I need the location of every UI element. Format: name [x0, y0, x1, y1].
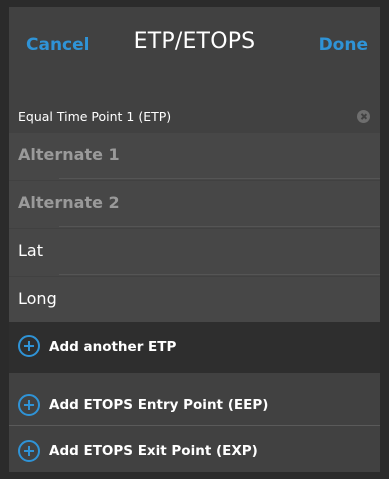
etp-section-title: Equal Time Point 1 (ETP): [18, 109, 172, 124]
nav-header: Cancel ETP/ETOPS Done: [9, 7, 380, 89]
long-label: Long: [18, 289, 57, 308]
alternate-1-placeholder: Alternate 1: [18, 145, 120, 164]
add-eep-button[interactable]: Add ETOPS Entry Point (EEP): [9, 373, 380, 425]
plus-circle-icon: [18, 394, 40, 416]
field-underline: [59, 226, 380, 227]
alternate-2-field[interactable]: Alternate 2: [9, 181, 380, 228]
add-another-etp-button[interactable]: Add another ETP: [9, 322, 380, 373]
field-underline: [59, 178, 380, 179]
long-field[interactable]: Long: [9, 277, 380, 324]
etp-etops-panel: Cancel ETP/ETOPS Done Equal Time Point 1…: [9, 7, 380, 472]
add-exp-button[interactable]: Add ETOPS Exit Point (EXP): [9, 426, 380, 472]
field-underline: [59, 274, 380, 275]
alternate-2-placeholder: Alternate 2: [18, 193, 120, 212]
done-button[interactable]: Done: [319, 35, 368, 55]
plus-circle-icon: [18, 440, 40, 462]
clear-icon[interactable]: [357, 110, 370, 123]
etp-section-header: Equal Time Point 1 (ETP): [9, 104, 380, 130]
plus-circle-icon: [18, 335, 40, 357]
add-exp-label: Add ETOPS Exit Point (EXP): [49, 443, 258, 459]
lat-field[interactable]: Lat: [9, 229, 380, 276]
add-another-etp-label: Add another ETP: [49, 339, 177, 355]
add-eep-label: Add ETOPS Entry Point (EEP): [49, 397, 269, 413]
alternate-1-field[interactable]: Alternate 1: [9, 133, 380, 180]
lat-label: Lat: [18, 241, 43, 260]
